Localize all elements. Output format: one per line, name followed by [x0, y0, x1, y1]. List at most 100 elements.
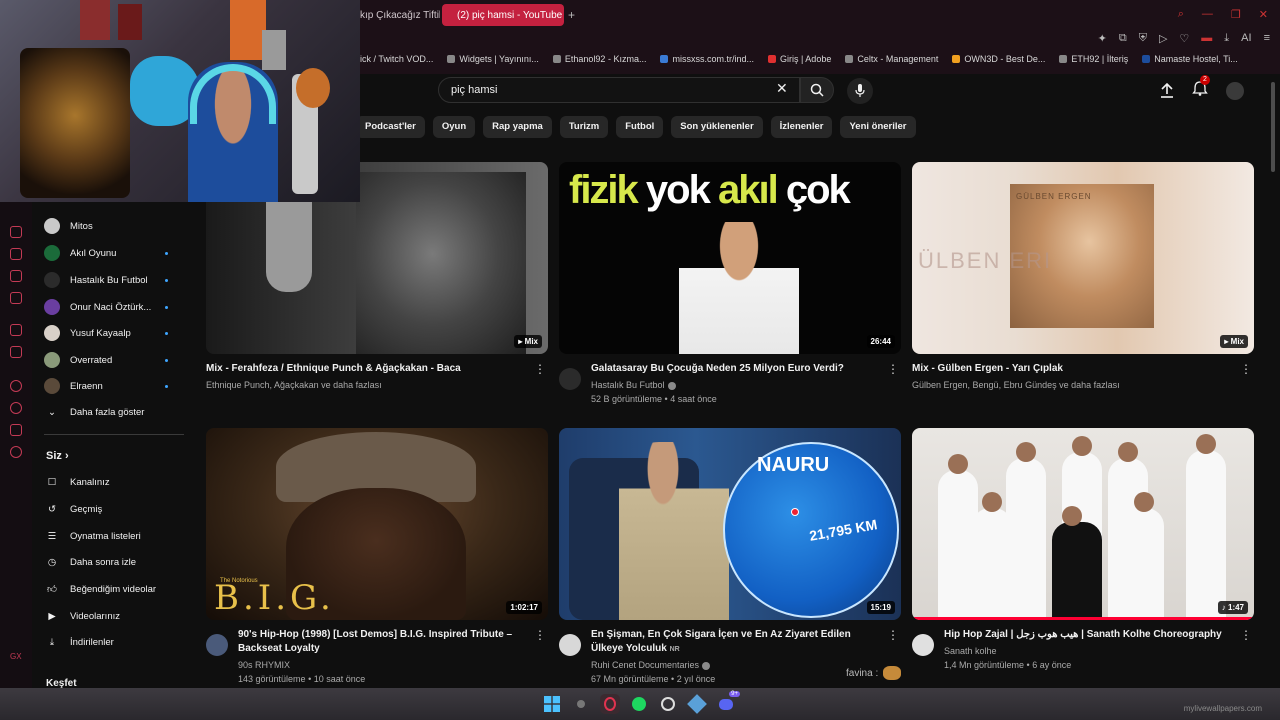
bookmark-item[interactable]: ETH92 | İlteriş: [1059, 54, 1128, 64]
chip-new-to-you[interactable]: Yeni öneriler: [840, 116, 916, 138]
video-thumbnail[interactable]: ♪ 1:47: [912, 428, 1254, 620]
bookmark-item[interactable]: ick / Twitch VOD...: [360, 54, 433, 64]
download-icon[interactable]: ⤓: [1224, 32, 1229, 45]
video-title[interactable]: Galatasaray Bu Çocuğa Neden 25 Milyon Eu…: [591, 362, 881, 376]
video-thumbnail[interactable]: fizik yok akıl çok 26:44: [559, 162, 901, 354]
avatar[interactable]: [912, 634, 934, 656]
bookmark-item[interactable]: OWN3D - Best De...: [952, 54, 1045, 64]
subscription-item[interactable]: Onur Naci Öztürk...: [44, 295, 184, 319]
screenshot-icon[interactable]: ⧉: [1119, 32, 1127, 45]
avatar[interactable]: [559, 634, 581, 656]
chip-podcasts[interactable]: Podcast'ler: [356, 116, 425, 138]
video-title[interactable]: En Şişman, En Çok Sigara İçen ve En Az Z…: [591, 628, 881, 657]
discount-icon[interactable]: [10, 346, 22, 358]
more-options-icon[interactable]: ⋮: [887, 362, 899, 376]
spotify-icon[interactable]: [629, 694, 649, 714]
nav-your-videos[interactable]: ▶ Videolarınız: [44, 604, 184, 628]
bookmark-item[interactable]: missxss.com.tr/ind...: [660, 54, 754, 64]
subscription-item[interactable]: Elraenn: [44, 374, 184, 398]
chip-football[interactable]: Futbol: [616, 116, 664, 138]
extensions-icon[interactable]: [10, 424, 22, 436]
subscription-item[interactable]: Akıl Oyunu: [44, 241, 184, 265]
close-window-icon[interactable]: ✕: [1259, 8, 1268, 21]
page-scrollbar[interactable]: [1271, 74, 1276, 688]
video-title[interactable]: 90's Hip-Hop (1998) [Lost Demos] B.I.G. …: [238, 628, 528, 656]
bookmark-item[interactable]: Widgets | Yayınını...: [447, 54, 539, 64]
play-icon[interactable]: ▷: [1159, 32, 1167, 45]
more-options-icon[interactable]: ⋮: [887, 628, 899, 642]
chip-recently-uploaded[interactable]: Son yüklenenler: [671, 116, 763, 138]
gx-store-icon[interactable]: [10, 248, 22, 260]
bookmark-item[interactable]: Ethanol92 - Kızma...: [552, 54, 646, 64]
video-channel[interactable]: Sanath kolhe: [944, 644, 997, 658]
video-title[interactable]: Hip Hop Zajal | هيب هوب زجل | Sanath Kol…: [944, 628, 1234, 642]
video-channel[interactable]: Hastalık Bu Futbol: [591, 378, 676, 392]
chip-watched[interactable]: İzlenenler: [770, 116, 833, 138]
discord-icon[interactable]: 9+: [716, 691, 740, 714]
you-section-heading[interactable]: Siz ›: [46, 450, 69, 462]
settings-icon[interactable]: [10, 446, 22, 458]
chip-gaming[interactable]: Oyun: [432, 116, 476, 138]
video-thumbnail[interactable]: NAURU 21,795 KM 15:19: [559, 428, 901, 620]
more-options-icon[interactable]: ⋮: [534, 362, 546, 376]
ai-button[interactable]: AI: [1241, 32, 1251, 45]
search-input[interactable]: piç hamsi: [438, 77, 800, 103]
pin-icon[interactable]: ✦: [1098, 32, 1107, 45]
chip-tourism[interactable]: Turizm: [559, 116, 609, 138]
app-icon[interactable]: [687, 694, 707, 714]
opera-gx-icon[interactable]: [600, 694, 620, 714]
new-tab-button[interactable]: +: [568, 8, 575, 22]
nav-liked-videos[interactable]: 👍︎ Beğendiğim videolar: [44, 577, 184, 601]
menu-icon[interactable]: ≡: [1264, 32, 1270, 45]
clear-search-icon[interactable]: ✕: [776, 80, 788, 97]
video-title[interactable]: Mix - Ferahfeza / Ethnique Punch & Ağaçk…: [206, 362, 526, 376]
video-channel[interactable]: Gülben Ergen, Bengü, Ebru Gündeş ve daha…: [912, 378, 1120, 392]
search-tabs-icon[interactable]: ⌕: [1178, 8, 1184, 21]
obs-icon[interactable]: [658, 694, 678, 714]
subscription-item[interactable]: Yusuf Kayaalp: [44, 321, 184, 345]
heart-icon[interactable]: ♡: [1179, 32, 1189, 45]
search-button[interactable]: [800, 77, 834, 103]
nav-playlists[interactable]: ☰ Oynatma listeleri: [44, 524, 184, 548]
subscription-item[interactable]: Mitos: [44, 214, 184, 238]
scrollbar-thumb[interactable]: [1271, 82, 1275, 172]
more-options-icon[interactable]: ⋮: [1240, 628, 1252, 642]
shield-icon[interactable]: ⛨: [1139, 32, 1147, 45]
avatar[interactable]: [559, 368, 581, 390]
bookmark-item[interactable]: Giriş | Adobe: [767, 54, 831, 64]
bookmark-item[interactable]: Namaste Hostel, Ti...: [1142, 54, 1238, 64]
avatar[interactable]: [1226, 81, 1244, 100]
tab-youtube-active[interactable]: (2) piç hamsi - YouTube: [442, 4, 564, 26]
battery-icon[interactable]: ▬: [1201, 32, 1212, 45]
subscription-item[interactable]: Overrated: [44, 348, 184, 372]
nav-your-channel[interactable]: ☐ Kanalınız: [44, 470, 184, 494]
notifications-button[interactable]: 2: [1192, 75, 1210, 101]
video-channel[interactable]: 90s RHYMIX: [238, 658, 290, 672]
upload-icon[interactable]: [1160, 82, 1174, 99]
video-title[interactable]: Mix - Gülben Ergen - Yarı Çıplak: [912, 362, 1232, 376]
gx-control-icon[interactable]: [10, 226, 22, 238]
bookmark-item[interactable]: Celtx - Management: [845, 54, 938, 64]
chip-rap[interactable]: Rap yapma: [483, 116, 552, 138]
nav-watch-later[interactable]: ◷ Daha sonra izle: [44, 550, 184, 574]
search-taskbar-icon[interactable]: [571, 694, 591, 714]
video-thumbnail[interactable]: GÜLBEN ERGEN ÜLBEN ERI ▸ Mix: [912, 162, 1254, 354]
show-more-button[interactable]: ⌄ Daha fazla göster: [44, 400, 184, 424]
minimize-icon[interactable]: —: [1202, 8, 1213, 21]
windows-start-icon[interactable]: [542, 694, 562, 714]
gx-corner-icon[interactable]: [10, 270, 22, 282]
nav-downloads[interactable]: ⤓ İndirilenler: [44, 630, 184, 654]
video-channel[interactable]: Ethnique Punch, Ağaçkakan ve daha fazlas…: [206, 378, 382, 392]
more-options-icon[interactable]: ⋮: [534, 628, 546, 642]
maximize-icon[interactable]: ❐: [1231, 8, 1241, 21]
history-icon[interactable]: [10, 402, 22, 414]
nav-history[interactable]: ↺ Geçmiş: [44, 497, 184, 521]
voice-search-button[interactable]: [847, 78, 873, 104]
tab-inactive[interactable]: kıp Çıkacağız Tiftik: [350, 4, 440, 26]
twitch-icon[interactable]: [10, 324, 22, 336]
video-thumbnail[interactable]: The Notorious B.I.G. 1:02:17: [206, 428, 548, 620]
subscription-item[interactable]: Hastalık Bu Futbol: [44, 268, 184, 292]
player-icon[interactable]: [10, 380, 22, 392]
video-channel[interactable]: Ruhi Cenet Documentaries: [591, 658, 711, 672]
messenger-icon[interactable]: [10, 292, 22, 304]
